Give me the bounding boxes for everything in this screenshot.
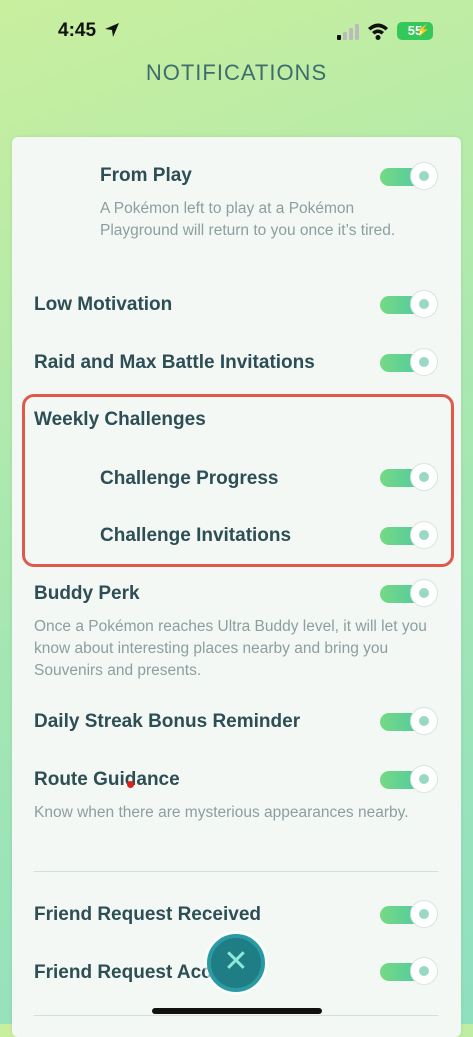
section-divider <box>34 871 438 872</box>
close-icon: ✕ <box>223 945 249 978</box>
setting-low-motivation-label: Low Motivation <box>34 294 173 315</box>
section-divider-bottom <box>34 1015 438 1016</box>
setting-route-guidance-description: Know when there are mysterious appearanc… <box>34 804 409 821</box>
toggle-buddy-perk[interactable] <box>380 579 438 609</box>
toggle-friend-request-accepted[interactable] <box>380 957 438 987</box>
toggle-daily-streak[interactable] <box>380 707 438 737</box>
highlight-annotation-box <box>22 394 454 567</box>
setting-from-play-label: From Play <box>100 165 192 186</box>
setting-from-play-description: A Pokémon left to play at a Pokémon Play… <box>100 200 396 239</box>
cellular-signal-icon <box>337 24 359 40</box>
red-dot-marker <box>127 781 134 788</box>
page-title: NOTIFICATIONS <box>145 60 328 85</box>
toggle-from-play[interactable] <box>380 162 438 192</box>
battery-indicator: 55 ⚡ <box>397 22 433 40</box>
close-button[interactable]: ✕ <box>207 934 265 992</box>
status-bar: 4:45 55 ⚡ <box>0 0 473 60</box>
setting-buddy-perk-description: Once a Pokémon reaches Ultra Buddy level… <box>34 618 427 679</box>
toggle-route-guidance[interactable] <box>380 765 438 795</box>
setting-daily-streak-label: Daily Streak Bonus Reminder <box>34 711 301 732</box>
toggle-raid-invitations[interactable] <box>380 348 438 378</box>
toggle-friend-request-received[interactable] <box>380 900 438 930</box>
charging-bolt-icon: ⚡ <box>416 25 430 37</box>
toggle-low-motivation[interactable] <box>380 290 438 320</box>
setting-buddy-perk-label: Buddy Perk <box>34 583 140 604</box>
setting-friend-request-received-label: Friend Request Received <box>34 904 262 925</box>
status-time: 4:45 <box>58 20 97 41</box>
location-arrow-icon <box>105 23 119 37</box>
home-indicator <box>152 1008 322 1014</box>
wifi-icon <box>368 23 388 40</box>
setting-route-guidance-label: Route Guidance <box>34 769 180 790</box>
setting-raid-invitations-label: Raid and Max Battle Invitations <box>34 352 315 373</box>
